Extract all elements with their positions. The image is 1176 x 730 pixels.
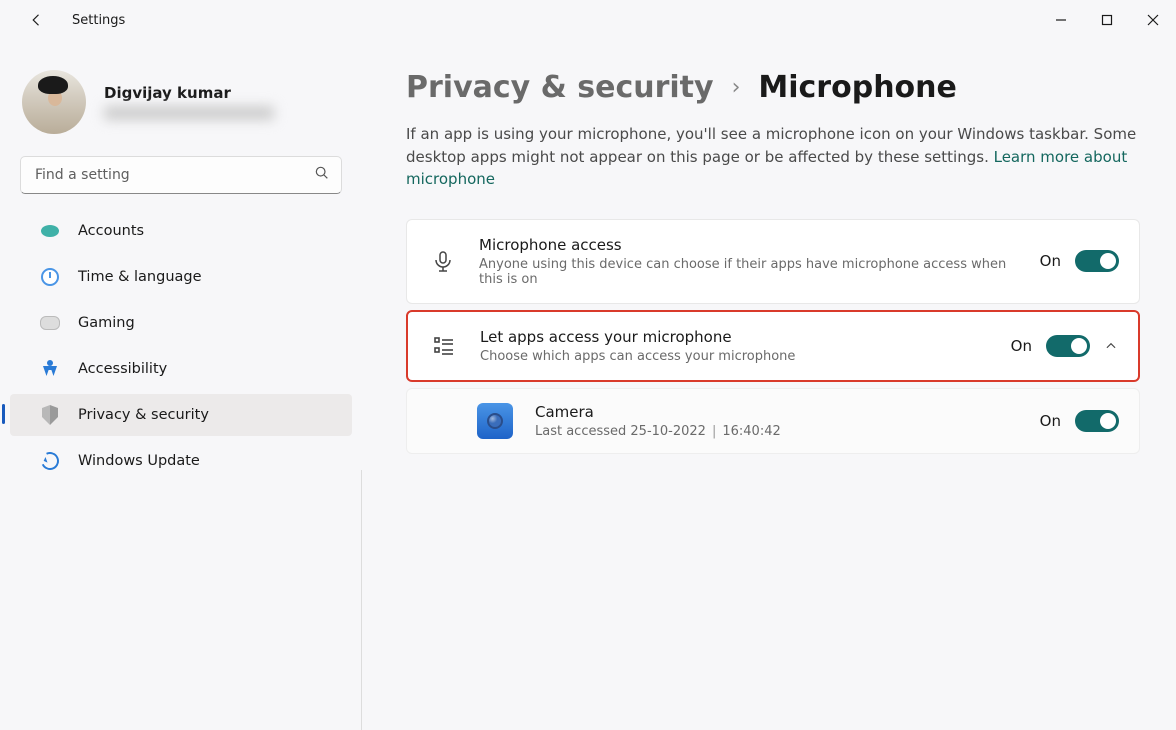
close-button[interactable] (1130, 0, 1176, 40)
accounts-icon (40, 221, 60, 241)
avatar (22, 70, 86, 134)
minimize-button[interactable] (1038, 0, 1084, 40)
page-title: Microphone (758, 70, 956, 105)
gaming-icon (40, 313, 60, 333)
page-description: If an app is using your microphone, you'… (406, 123, 1140, 191)
chevron-up-icon[interactable] (1104, 339, 1118, 353)
search-box (20, 156, 342, 194)
card-subtitle: Anyone using this device can choose if t… (479, 257, 1018, 287)
toggle-state-label: On (1040, 412, 1061, 430)
breadcrumb-parent[interactable]: Privacy & security (406, 70, 714, 105)
search-input[interactable] (20, 156, 342, 194)
camera-app-icon (477, 403, 513, 439)
toggle-state-label: On (1011, 337, 1032, 355)
update-icon (40, 451, 60, 471)
main-content: Privacy & security › Microphone If an ap… (362, 40, 1176, 527)
sidebar-item-label: Accessibility (78, 361, 167, 377)
camera-app-toggle[interactable] (1075, 410, 1119, 432)
sidebar-item-accessibility[interactable]: Accessibility (10, 348, 352, 390)
maximize-button[interactable] (1084, 0, 1130, 40)
sidebar-divider (361, 470, 362, 730)
sidebar-item-label: Accounts (78, 223, 144, 239)
app-row-camera: Camera Last accessed 25-10-2022|16:40:42… (406, 388, 1140, 454)
profile-email-blurred (104, 106, 274, 120)
card-title: Let apps access your microphone (480, 328, 989, 346)
breadcrumb: Privacy & security › Microphone (406, 70, 1140, 105)
clock-icon (40, 267, 60, 287)
apps-list-icon (430, 332, 458, 360)
microphone-icon (429, 247, 457, 275)
microphone-access-card: Microphone access Anyone using this devi… (406, 219, 1140, 304)
sidebar-item-label: Privacy & security (78, 407, 209, 423)
sidebar-item-label: Time & language (78, 269, 202, 285)
shield-icon (40, 405, 60, 425)
sidebar-item-label: Gaming (78, 315, 135, 331)
sidebar-item-windows-update[interactable]: Windows Update (10, 440, 352, 482)
sidebar-item-time-language[interactable]: Time & language (10, 256, 352, 298)
chevron-right-icon: › (732, 75, 741, 100)
sidebar-item-label: Windows Update (78, 453, 200, 469)
sidebar-item-accounts[interactable]: Accounts (10, 210, 352, 252)
card-title: Microphone access (479, 236, 1018, 254)
app-name: Camera (535, 403, 1018, 421)
toggle-state-label: On (1040, 252, 1061, 270)
let-apps-access-toggle[interactable] (1046, 335, 1090, 357)
sidebar: Digvijay kumar Accounts Time & language (0, 40, 362, 527)
sidebar-nav: Accounts Time & language Gaming Accessib… (0, 210, 362, 486)
app-last-accessed: Last accessed 25-10-2022|16:40:42 (535, 424, 1018, 439)
microphone-access-toggle[interactable] (1075, 250, 1119, 272)
profile-block[interactable]: Digvijay kumar (0, 52, 362, 156)
titlebar-left: Settings (28, 11, 125, 29)
sidebar-item-gaming[interactable]: Gaming (10, 302, 352, 344)
accessibility-icon (40, 359, 60, 379)
card-subtitle: Choose which apps can access your microp… (480, 349, 989, 364)
let-apps-access-card: Let apps access your microphone Choose w… (406, 310, 1140, 382)
window-controls (1038, 0, 1176, 40)
sidebar-item-privacy-security[interactable]: Privacy & security (10, 394, 352, 436)
profile-name: Digvijay kumar (104, 84, 274, 102)
titlebar: Settings (0, 0, 1176, 40)
search-icon[interactable] (314, 165, 330, 185)
app-title: Settings (72, 13, 125, 28)
back-button[interactable] (28, 11, 46, 29)
